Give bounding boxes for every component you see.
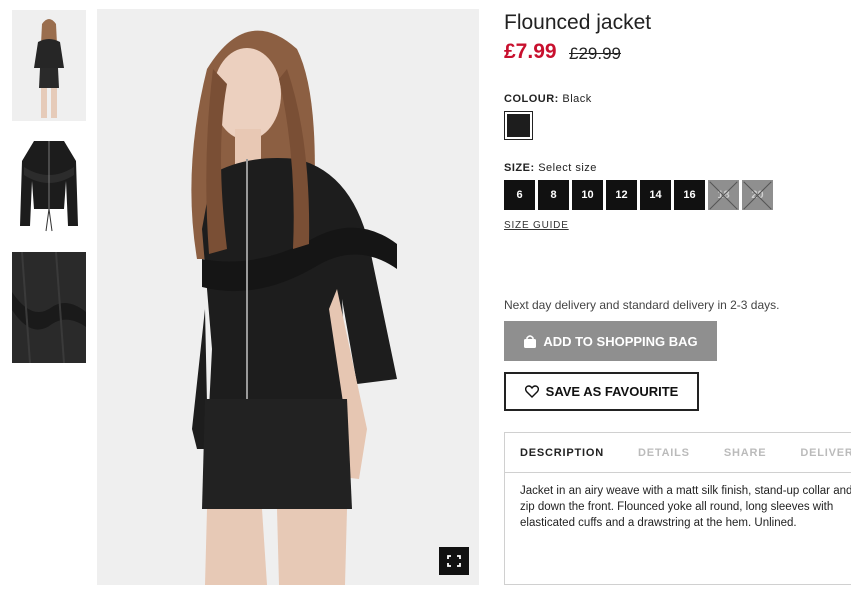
- product-info-tabs: DESCRIPTION DETAILS SHARE DELIVERY Jacke…: [504, 432, 851, 585]
- thumbnail-jacket-flat[interactable]: [12, 131, 86, 242]
- colour-label: COLOUR:: [504, 93, 559, 105]
- sale-price: £7.99: [504, 40, 557, 63]
- main-product-image[interactable]: [97, 9, 479, 585]
- colour-value: Black: [562, 93, 592, 105]
- save-favourite-label: SAVE AS FAVOURITE: [545, 384, 679, 399]
- tab-bar: DESCRIPTION DETAILS SHARE DELIVERY: [505, 433, 851, 473]
- size-option-16[interactable]: 16: [674, 180, 705, 210]
- size-label: SIZE:: [504, 162, 535, 174]
- tab-delivery[interactable]: DELIVERY: [783, 447, 851, 459]
- tab-description[interactable]: DESCRIPTION: [505, 447, 621, 459]
- shopping-bag-icon: [524, 334, 537, 348]
- add-to-bag-button[interactable]: ADD TO SHOPPING BAG: [504, 321, 717, 361]
- swatch-fill: [507, 114, 530, 137]
- model-photo: [97, 9, 479, 585]
- size-option-12[interactable]: 12: [606, 180, 637, 210]
- size-value: Select size: [538, 162, 597, 174]
- size-option-6[interactable]: 6: [504, 180, 535, 210]
- size-options: 6 8 10 12 14 16 18 20: [504, 180, 773, 210]
- tab-details[interactable]: DETAILS: [621, 447, 707, 459]
- size-option-14[interactable]: 14: [640, 180, 671, 210]
- fullscreen-icon: [447, 555, 461, 567]
- fullscreen-button[interactable]: [439, 547, 469, 575]
- add-to-bag-label: ADD TO SHOPPING BAG: [543, 333, 698, 349]
- thumbnail-model-full[interactable]: [12, 10, 86, 121]
- detail-thumbnail-image: [12, 252, 86, 363]
- size-option-18[interactable]: 18: [708, 180, 739, 210]
- size-label-row: SIZE: Select size: [504, 162, 597, 174]
- heart-icon: [524, 385, 539, 398]
- size-option-10[interactable]: 10: [572, 180, 603, 210]
- save-favourite-button[interactable]: SAVE AS FAVOURITE: [504, 372, 699, 411]
- model-thumbnail-image: [12, 10, 86, 121]
- size-option-8[interactable]: 8: [538, 180, 569, 210]
- colour-label-row: COLOUR: Black: [504, 93, 592, 105]
- product-title: Flounced jacket: [504, 11, 652, 34]
- delivery-info: Next day delivery and standard delivery …: [504, 298, 780, 312]
- thumbnail-flounce-detail[interactable]: [12, 252, 86, 363]
- description-text: Jacket in an airy weave with a matt silk…: [520, 485, 851, 529]
- size-option-20[interactable]: 20: [742, 180, 773, 210]
- original-price: £29.99: [569, 44, 621, 63]
- size-guide-link[interactable]: SIZE GUIDE: [504, 220, 569, 231]
- tab-share[interactable]: SHARE: [707, 447, 784, 459]
- jacket-thumbnail-image: [12, 131, 86, 242]
- colour-swatch-black[interactable]: [504, 111, 533, 140]
